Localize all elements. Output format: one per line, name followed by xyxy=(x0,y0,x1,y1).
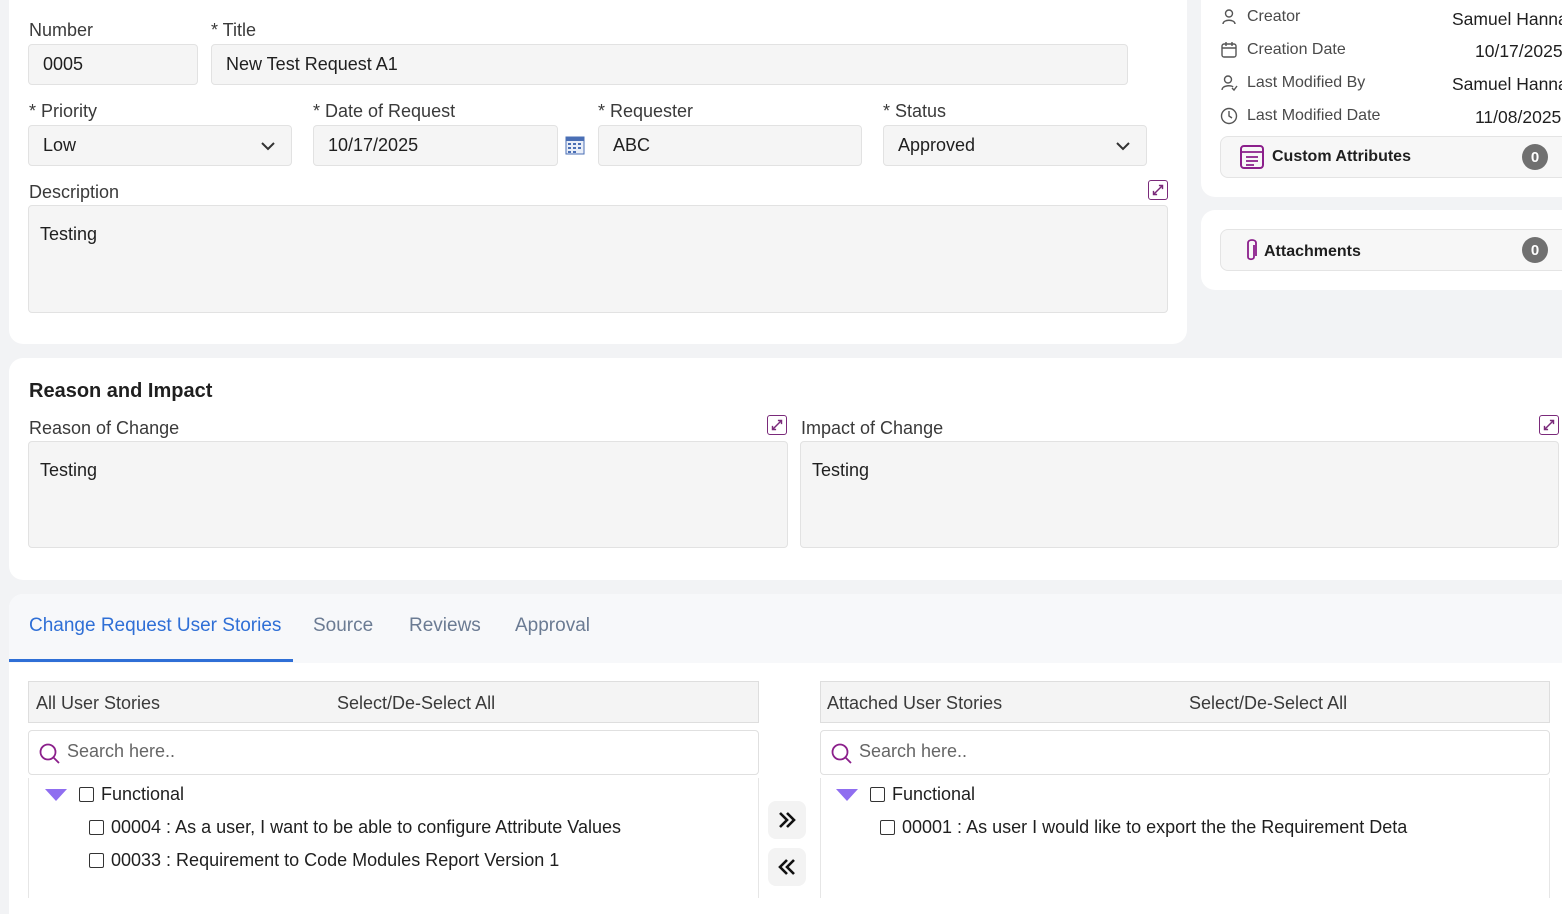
left-tree-group[interactable]: Functional xyxy=(45,784,184,805)
tab-source[interactable]: Source xyxy=(313,615,373,637)
left-group-label: Functional xyxy=(101,784,185,804)
expand-icon[interactable] xyxy=(767,415,787,435)
modified-date-label: Last Modified Date xyxy=(1247,107,1381,124)
modified-date-row: Last Modified Date xyxy=(1220,107,1380,125)
reason-of-change-label: Reason of Change xyxy=(29,418,180,438)
expand-triangle-icon[interactable] xyxy=(836,788,858,801)
list-card-icon xyxy=(1240,145,1264,169)
reason-of-change-textarea[interactable]: Testing xyxy=(28,441,788,548)
person-icon xyxy=(1222,9,1236,25)
active-tab-underline xyxy=(9,659,293,662)
double-chevron-right-icon xyxy=(779,812,796,828)
chevron-down-icon xyxy=(261,142,275,151)
priority-value: Low xyxy=(43,135,77,155)
double-chevron-left-icon xyxy=(778,859,795,875)
group-checkbox[interactable] xyxy=(870,787,885,802)
list-item-label: 00033 : Requirement to Code Modules Repo… xyxy=(111,850,560,870)
creation-date-value: 10/17/2025 xyxy=(1475,41,1562,61)
list-item-label: 00004 : As a user, I want to be able to … xyxy=(111,817,622,837)
right-select-all-button[interactable]: Select/De-Select All xyxy=(1189,693,1347,714)
impact-of-change-label: Impact of Change xyxy=(801,418,944,438)
number-label: Number xyxy=(29,20,94,40)
attached-user-stories-title: Attached User Stories xyxy=(827,693,1003,713)
priority-select[interactable]: Low xyxy=(28,125,292,166)
creation-date-label: Creation Date xyxy=(1247,41,1346,58)
right-search-input[interactable] xyxy=(859,741,1459,762)
tab-approval[interactable]: Approval xyxy=(515,615,590,637)
status-label: * Status xyxy=(883,101,947,121)
expand-icon[interactable] xyxy=(1148,180,1168,200)
list-item[interactable]: 00004 : As a user, I want to be able to … xyxy=(89,817,621,838)
item-checkbox[interactable] xyxy=(89,820,104,835)
list-item[interactable]: 00033 : Requirement to Code Modules Repo… xyxy=(89,850,559,871)
tab-reviews[interactable]: Reviews xyxy=(409,615,481,637)
attachments-button[interactable]: Attachments 0 xyxy=(1220,229,1562,271)
number-field[interactable]: 0005 xyxy=(28,44,198,85)
expand-icon[interactable] xyxy=(1539,415,1559,435)
modified-by-value: Samuel Hanna xyxy=(1452,74,1562,94)
all-user-stories-title: All User Stories xyxy=(36,693,161,713)
tab-change-request-user-stories[interactable]: Change Request User Stories xyxy=(29,615,281,637)
creator-value: Samuel Hanna xyxy=(1452,9,1562,29)
item-checkbox[interactable] xyxy=(880,820,895,835)
left-select-all-button[interactable]: Select/De-Select All xyxy=(337,693,495,714)
all-user-stories-header: All User Stories Select/De-Select All xyxy=(28,681,759,723)
right-group-label: Functional xyxy=(892,784,976,804)
title-field[interactable]: New Test Request A1 xyxy=(211,44,1128,85)
attached-user-stories-header: Attached User Stories Select/De-Select A… xyxy=(820,681,1550,723)
search-icon xyxy=(39,743,60,764)
list-item[interactable]: 00001 : As user I would like to export t… xyxy=(880,817,1408,838)
move-right-button[interactable] xyxy=(768,801,806,839)
title-label: * Title xyxy=(211,20,257,40)
modified-by-label: Last Modified By xyxy=(1247,74,1366,91)
status-value: Approved xyxy=(898,135,976,155)
impact-of-change-textarea[interactable]: Testing xyxy=(800,441,1559,548)
right-search-box xyxy=(820,730,1550,775)
item-checkbox[interactable] xyxy=(89,853,104,868)
reason-impact-title: Reason and Impact xyxy=(29,380,213,402)
attachments-label: Attachments xyxy=(1264,243,1361,260)
expand-triangle-icon[interactable] xyxy=(45,788,67,801)
description-label: Description xyxy=(29,182,120,202)
custom-attributes-label: Custom Attributes xyxy=(1272,148,1411,165)
left-search-box xyxy=(28,730,759,775)
group-checkbox[interactable] xyxy=(79,787,94,802)
description-textarea[interactable]: Testing xyxy=(28,205,1168,313)
requester-label: * Requester xyxy=(598,101,694,121)
modified-by-row: Last Modified By xyxy=(1220,74,1365,92)
user-check-icon xyxy=(1221,75,1238,92)
calendar-picker-icon[interactable] xyxy=(565,136,585,155)
calendar-icon xyxy=(1221,42,1237,58)
list-item-label: 00001 : As user I would like to export t… xyxy=(902,817,1408,837)
custom-attributes-count: 0 xyxy=(1522,144,1548,170)
date-of-request-field[interactable]: 10/17/2025 xyxy=(313,125,558,166)
clock-icon xyxy=(1220,107,1238,125)
move-left-button[interactable] xyxy=(768,848,806,886)
requester-field[interactable]: ABC xyxy=(598,125,862,166)
paperclip-icon xyxy=(1247,239,1257,261)
custom-attributes-button[interactable]: Custom Attributes 0 xyxy=(1220,136,1562,178)
creation-date-row: Creation Date xyxy=(1220,41,1346,59)
right-tree-group[interactable]: Functional xyxy=(836,784,975,805)
priority-label: * Priority xyxy=(29,101,98,121)
status-select[interactable]: Approved xyxy=(883,125,1147,166)
chevron-down-icon xyxy=(1116,142,1130,151)
date-of-request-label: * Date of Request xyxy=(313,101,456,121)
left-search-input[interactable] xyxy=(67,741,667,762)
attachments-count: 0 xyxy=(1522,237,1548,263)
creator-row: Creator xyxy=(1220,8,1300,26)
modified-date-value: 11/08/2025 xyxy=(1475,107,1562,127)
search-icon xyxy=(831,743,852,764)
creator-label: Creator xyxy=(1247,8,1301,25)
